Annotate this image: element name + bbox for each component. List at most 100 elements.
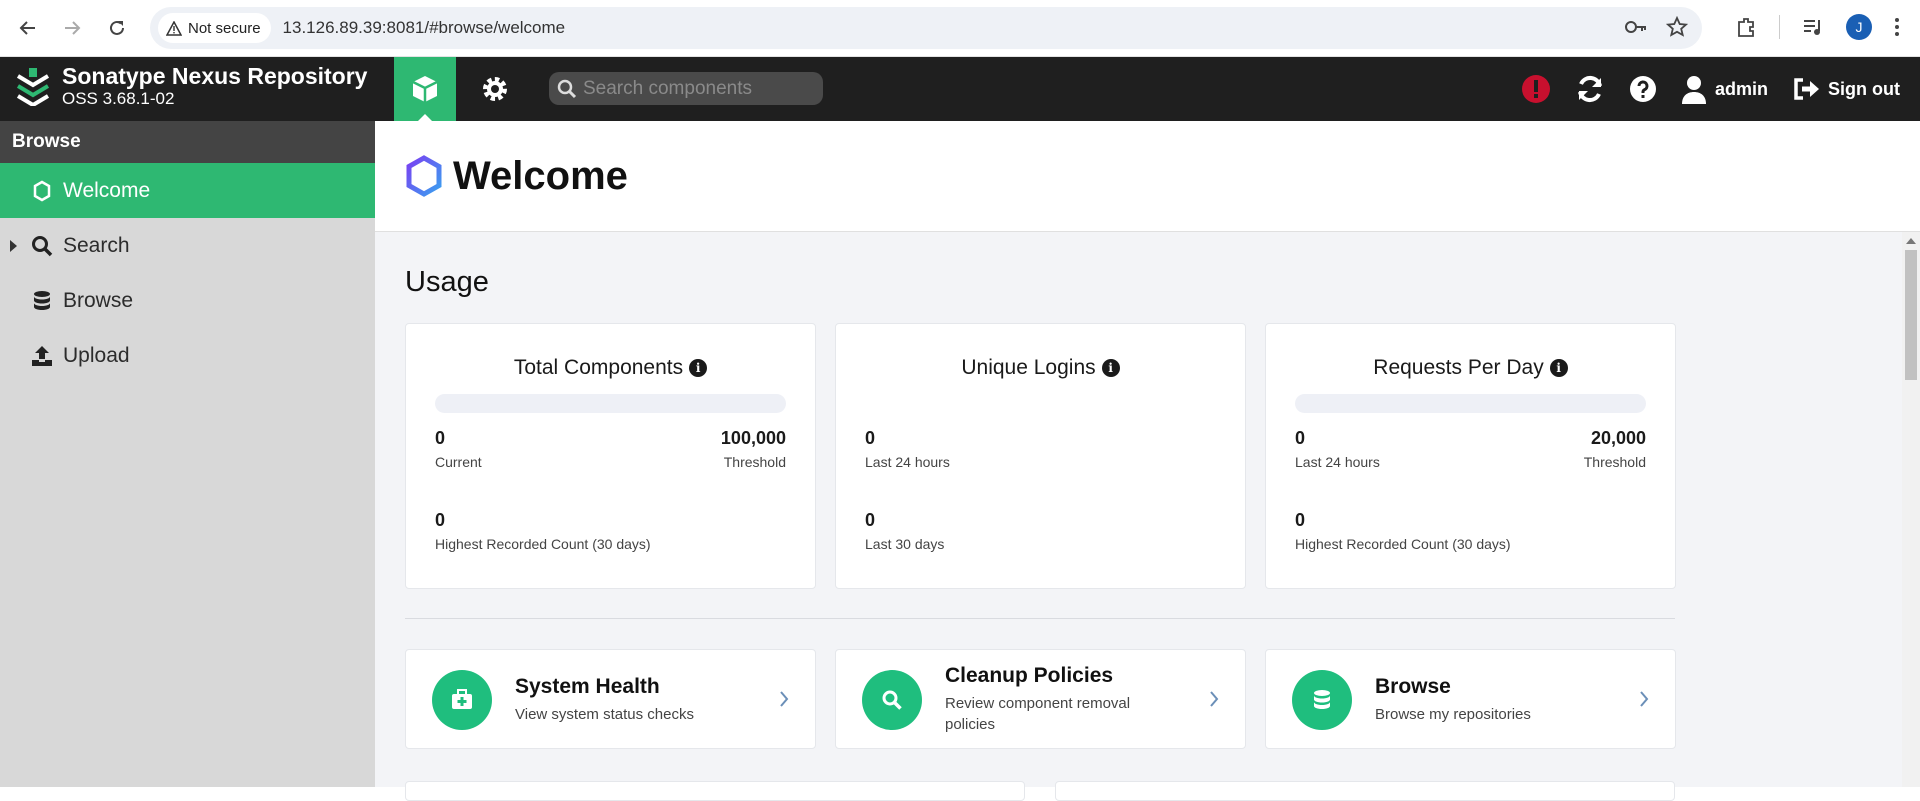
action-card-browse[interactable]: Browse Browse my repositories (1265, 649, 1676, 749)
star-icon[interactable] (1666, 16, 1688, 38)
current-label: Last 24 hours (1295, 454, 1380, 470)
card-title: Unique Logins (961, 356, 1096, 379)
card-title: Requests Per Day (1373, 356, 1544, 379)
threshold-label: Threshold (1583, 454, 1646, 470)
action-title: Browse (1375, 675, 1451, 698)
back-button[interactable] (14, 14, 42, 42)
security-chip[interactable]: Not secure (158, 13, 271, 43)
forward-button[interactable] (58, 14, 86, 42)
usage-card-total-components: Total Components i 0 100,000 Current Thr… (405, 323, 816, 589)
arrow-right-icon (65, 21, 81, 35)
current-label: Last 24 hours (865, 454, 950, 470)
card-title: Total Components (513, 356, 684, 379)
reload-button[interactable] (103, 14, 131, 42)
scroll-thumb[interactable] (1905, 250, 1917, 380)
threshold-value: 20,000 (1590, 428, 1646, 448)
search-icon (862, 670, 922, 730)
app-header: Sonatype Nexus Repository OSS 3.68.1-02 … (0, 57, 1920, 121)
usage-heading: Usage (405, 266, 489, 298)
info-icon[interactable]: i (1549, 359, 1568, 377)
sidebar-item-label: Welcome (63, 178, 151, 202)
profile-avatar[interactable]: J (1846, 14, 1872, 40)
reload-icon (110, 20, 124, 35)
sidebar: Browse Welcome Search Browse Upload (0, 121, 375, 787)
threshold-label: Threshold (723, 454, 786, 470)
sidebar-item-label: Upload (63, 343, 130, 367)
admin-mode-button[interactable] (464, 57, 526, 121)
browse-mode-button[interactable] (394, 57, 456, 121)
sidebar-item-search[interactable]: Search (0, 218, 375, 273)
action-subtitle: Browse my repositories (1375, 706, 1531, 723)
action-title: Cleanup Policies (945, 664, 1114, 687)
page-title: Welcome (453, 153, 628, 198)
media-queue-icon[interactable] (1802, 17, 1824, 37)
brand[interactable]: Sonatype Nexus Repository OSS 3.68.1-02 (14, 63, 367, 109)
chevron-right-icon (1640, 691, 1649, 707)
sidebar-item-browse[interactable]: Browse (0, 273, 375, 328)
sign-out-icon (1794, 78, 1820, 100)
action-card-cleanup-policies[interactable]: Cleanup Policies Review component remova… (835, 649, 1246, 749)
info-icon[interactable]: i (689, 359, 708, 377)
secondary-label: Last 30 days (865, 536, 945, 552)
signout-button[interactable]: Sign out (1792, 76, 1900, 102)
cube-icon (412, 76, 438, 102)
sidebar-item-label: Browse (63, 288, 134, 312)
highest-label: Highest Recorded Count (30 days) (1295, 536, 1511, 552)
sidebar-item-label: Search (63, 233, 130, 257)
threshold-value: 100,000 (720, 428, 786, 448)
search-icon (557, 79, 577, 98)
more-menu-icon[interactable] (1894, 16, 1900, 38)
component-search[interactable] (549, 72, 823, 105)
browser-toolbar: Not secure 13.126.89.39:8081/#browse/wel… (0, 0, 1920, 57)
security-label: Not secure (188, 19, 261, 37)
gear-icon (483, 77, 507, 101)
expand-caret-icon[interactable] (10, 239, 17, 252)
action-title: System Health (515, 675, 660, 698)
scroll-up-arrow-icon[interactable] (1906, 238, 1916, 244)
help-icon[interactable] (1629, 75, 1657, 103)
hexagon-icon (406, 155, 442, 197)
upload-icon (30, 345, 54, 367)
hexagon-icon (30, 180, 54, 202)
url-text[interactable]: 13.126.89.39:8081/#browse/welcome (283, 18, 566, 38)
database-icon (30, 290, 54, 312)
info-icon[interactable]: i (1101, 359, 1120, 377)
brand-version: OSS 3.68.1-02 (62, 89, 175, 108)
extensions-icon[interactable] (1735, 16, 1757, 38)
warning-icon (166, 20, 182, 36)
secondary-value: 0 (865, 510, 876, 530)
current-value: 0 (1295, 428, 1306, 448)
page-header: Welcome (375, 121, 1920, 232)
refresh-icon[interactable] (1575, 74, 1605, 104)
user-icon (1682, 76, 1706, 104)
sidebar-item-upload[interactable]: Upload (0, 328, 375, 383)
progress-bar (435, 394, 786, 413)
highest-label: Highest Recorded Count (30 days) (435, 536, 651, 552)
chevron-right-icon (780, 691, 789, 707)
lower-card-right (1055, 781, 1675, 801)
brand-title: Sonatype Nexus Repository (62, 63, 368, 89)
lower-card-left (405, 781, 1025, 801)
address-bar[interactable]: Not secure 13.126.89.39:8081/#browse/wel… (150, 7, 1702, 49)
database-icon (1292, 670, 1352, 730)
nexus-logo-icon (16, 68, 50, 106)
progress-bar (1295, 394, 1646, 413)
main-content: Welcome Usage Total Components i 0 100,0… (375, 121, 1920, 801)
user-menu[interactable]: admin (1681, 74, 1768, 104)
search-input[interactable] (583, 77, 813, 100)
action-card-system-health[interactable]: System Health View system status checks (405, 649, 816, 749)
alert-icon[interactable] (1521, 74, 1551, 104)
arrow-left-icon (19, 21, 35, 35)
action-subtitle: View system status checks (515, 706, 694, 723)
first-aid-kit-icon (432, 670, 492, 730)
current-value: 0 (865, 428, 876, 448)
sidebar-heading: Browse (0, 121, 375, 163)
section-divider (405, 618, 1675, 619)
usage-card-requests-per-day: Requests Per Day i 0 20,000 Last 24 hour… (1265, 323, 1676, 589)
user-label: admin (1715, 78, 1769, 99)
toolbar-divider (1779, 15, 1780, 39)
sidebar-item-welcome[interactable]: Welcome (0, 163, 375, 218)
scrollbar[interactable] (1902, 232, 1920, 787)
action-subtitle: Review component removal policies (945, 695, 1131, 733)
key-icon[interactable] (1624, 16, 1648, 38)
